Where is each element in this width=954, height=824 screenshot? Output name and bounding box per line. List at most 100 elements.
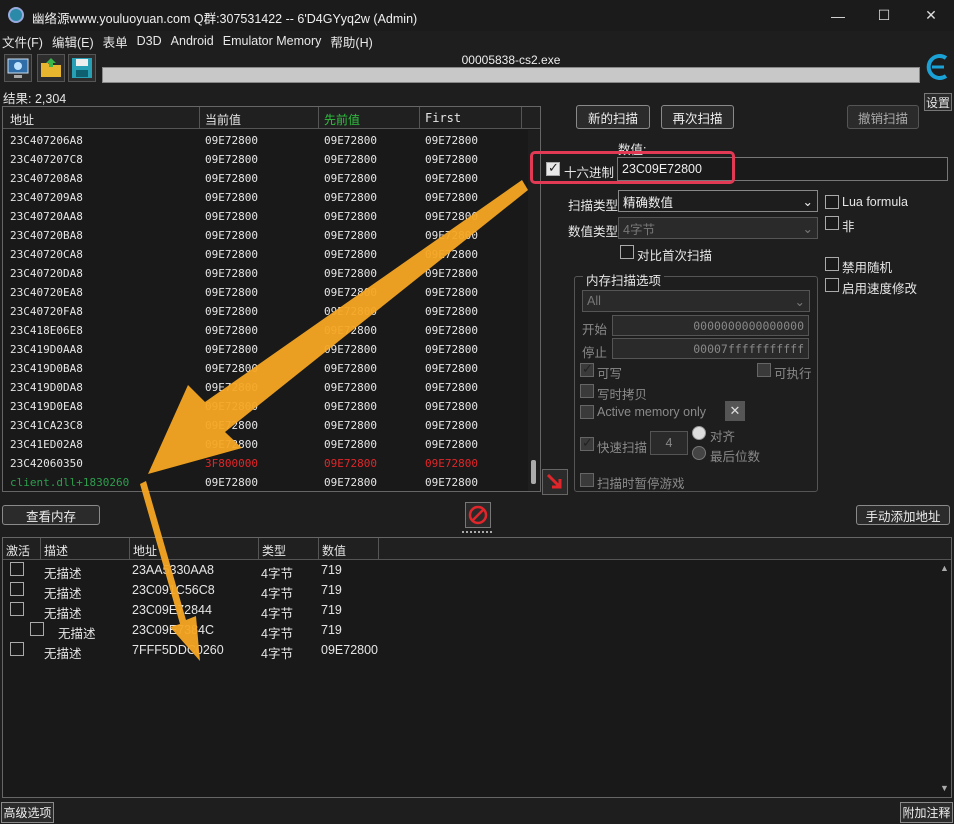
results-scrollbar[interactable] [528,130,540,491]
writable-checkbox[interactable] [580,361,594,377]
menu-table[interactable]: 表单 [101,32,135,51]
fast-scan-input[interactable]: 4 [650,431,688,455]
menu-emulator-memory[interactable]: Emulator Memory [221,34,329,48]
col-address[interactable]: 地址 [10,111,34,128]
menu-help[interactable]: 帮助(H) [328,32,379,51]
address-cell-addr: 23C09E72844 [132,603,212,617]
scroll-down-icon[interactable]: ▼ [940,783,949,793]
active-checkbox[interactable] [10,642,24,656]
menu-android[interactable]: Android [169,34,221,48]
value-type-select[interactable]: 4字节 ⌄ [618,217,818,239]
address-row[interactable]: 无描述 23C09E72844 4字节 719 [3,600,933,621]
address-row[interactable]: 无描述 23AA5330AA8 4字节 719 [3,560,933,581]
maximize-button[interactable]: ☐ [861,0,907,31]
result-cell-addr: 23C40720FA8 [10,305,83,318]
open-folder-icon[interactable] [37,54,65,82]
alignment-radio[interactable] [692,426,706,440]
splitter-handle[interactable] [462,531,492,534]
address-cell-desc: 无描述 [44,647,82,661]
add-to-list-button[interactable] [542,469,568,495]
result-row[interactable]: 23C40720BA8 09E72800 09E72800 09E72800 [3,226,528,245]
memory-region-select[interactable]: All ⌄ [582,290,810,312]
address-list-scrollbar[interactable]: ▲ ▼ [937,561,951,797]
stop-address-input[interactable]: 00007fffffffffff [612,338,809,359]
scroll-up-icon[interactable]: ▲ [940,563,949,573]
result-row[interactable]: 23C40720AA8 09E72800 09E72800 09E72800 [3,207,528,226]
close-icon[interactable]: ✕ [725,401,745,421]
scan-results-list[interactable]: 地址 当前值 先前值 First 23C407206A8 09E72800 09E7… [2,106,541,492]
result-row[interactable]: 23C41ED02A8 09E72800 09E72800 09E72800 [3,435,528,454]
copy-on-write-checkbox[interactable] [580,384,594,398]
active-checkbox[interactable] [10,562,24,576]
result-row[interactable]: 23C419D0DA8 09E72800 09E72800 09E72800 [3,378,528,397]
speedhack-checkbox[interactable] [825,278,839,292]
select-process-icon[interactable] [4,54,32,82]
result-row[interactable]: 23C407209A8 09E72800 09E72800 09E72800 [3,188,528,207]
result-row[interactable]: 23C407208A8 09E72800 09E72800 09E72800 [3,169,528,188]
process-name: 00005838-cs2.exe [461,53,561,67]
result-row[interactable]: 23C407206A8 09E72800 09E72800 09E72800 [3,131,528,150]
col-type[interactable]: 类型 [262,542,286,559]
close-button[interactable]: ✕ [908,0,954,31]
result-cell-cur: 09E72800 [205,343,258,356]
compare-first-checkbox[interactable] [620,245,634,259]
result-row[interactable]: 23C40720DA8 09E72800 09E72800 09E72800 [3,264,528,283]
save-icon[interactable] [68,54,96,82]
result-cell-cur: 09E72800 [205,153,258,166]
scan-type-select[interactable]: 精确数值 ⌄ [618,190,818,212]
address-row[interactable]: 无描述 23C091C56C8 4字节 719 [3,580,933,601]
active-memory-checkbox[interactable] [580,405,594,419]
add-address-button[interactable]: 手动添加地址 [856,505,950,525]
result-row[interactable]: 23C419D0EA8 09E72800 09E72800 09E72800 [3,397,528,416]
next-scan-button[interactable]: 再次扫描 [661,105,734,129]
disable-random-checkbox[interactable] [825,257,839,271]
address-list[interactable]: 激活 描述 地址 类型 数值 无描述 23AA5330AA8 4字节 719 无描述 23… [2,537,952,798]
executable-checkbox[interactable] [757,363,771,377]
pause-game-checkbox[interactable] [580,473,594,487]
result-row[interactable]: 23C418E06E8 09E72800 09E72800 09E72800 [3,321,528,340]
fast-scan-checkbox[interactable] [580,435,594,451]
result-row[interactable]: 23C419D0AA8 09E72800 09E72800 09E72800 [3,340,528,359]
table-comment-button[interactable]: 附加注释 [900,802,953,823]
col-first-value[interactable]: First [425,111,461,125]
address-cell-type: 4字节 [261,647,293,661]
active-checkbox[interactable] [30,622,44,636]
col-current-value[interactable]: 当前值 [205,111,241,128]
advanced-options-button[interactable]: 高级选项 [1,802,54,823]
col-address[interactable]: 地址 [133,542,157,559]
result-cell-addr: 23C40720EA8 [10,286,83,299]
result-row[interactable]: 23C41CA23C8 09E72800 09E72800 09E72800 [3,416,528,435]
result-row[interactable]: 23C407207C8 09E72800 09E72800 09E72800 [3,150,528,169]
address-row[interactable]: 无描述 23C09E7384C 4字节 719 [3,620,933,641]
menu-edit[interactable]: 编辑(E) [50,32,101,51]
col-description[interactable]: 描述 [44,542,68,559]
menu-file[interactable]: 文件(F) [0,32,50,51]
result-cell-cur: 09E72800 [205,305,258,318]
col-active[interactable]: 激活 [6,542,30,559]
settings-button[interactable]: 设置 [924,93,952,111]
menu-d3d[interactable]: D3D [135,34,169,48]
result-row[interactable]: 23C419D0BA8 09E72800 09E72800 09E72800 [3,359,528,378]
undo-scan-button[interactable]: 撤销扫描 [847,105,919,129]
result-row[interactable]: 23C40720CA8 09E72800 09E72800 09E72800 [3,245,528,264]
not-checkbox[interactable] [825,216,839,230]
disable-random-label: 禁用随机 [842,261,893,275]
cheat-engine-logo-icon[interactable] [924,52,952,86]
result-row[interactable]: 23C42060350 3F800000 09E72800 09E72800 [3,454,528,473]
view-memory-button[interactable]: 查看内存 [2,505,100,525]
clear-list-button[interactable] [465,502,491,528]
address-cell-addr: 23C091C56C8 [132,583,215,597]
result-row[interactable]: 23C40720FA8 09E72800 09E72800 09E72800 [3,302,528,321]
new-scan-button[interactable]: 新的扫描 [576,105,650,129]
col-value[interactable]: 数值 [322,542,346,559]
lua-formula-checkbox[interactable] [825,195,839,209]
result-row[interactable]: 23C40720EA8 09E72800 09E72800 09E72800 [3,283,528,302]
start-address-input[interactable]: 0000000000000000 [612,315,809,336]
last-digits-radio[interactable] [692,446,706,460]
col-previous-value[interactable]: 先前值 [324,111,360,128]
active-checkbox[interactable] [10,582,24,596]
active-checkbox[interactable] [10,602,24,616]
result-row[interactable]: client.dll+1830260 09E72800 09E72800 09E728… [3,473,528,491]
address-row[interactable]: 无描述 7FFF5DDC0260 4字节 09E72800 [3,640,933,661]
minimize-button[interactable]: — [815,0,861,31]
